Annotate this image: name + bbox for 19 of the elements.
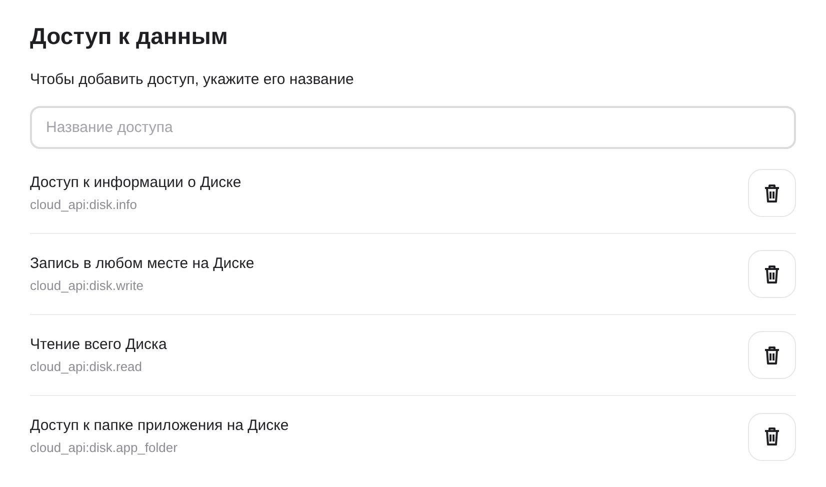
trash-icon [764, 264, 780, 284]
permission-name: Доступ к информации о Диске [30, 172, 242, 192]
permission-code: cloud_api:disk.info [30, 196, 138, 214]
permission-name: Доступ к папке приложения на Диске [30, 416, 289, 436]
permission-name: Запись в любом месте на Диске [30, 254, 254, 274]
trash-icon [764, 427, 780, 446]
trash-icon [764, 346, 780, 364]
delete-button[interactable] [748, 331, 796, 379]
delete-button[interactable] [748, 412, 796, 460]
trash-icon [764, 184, 780, 202]
permission-code: cloud_api:disk.read [30, 358, 144, 376]
delete-button[interactable] [748, 250, 796, 298]
permission-name: Чтение всего Диска [30, 334, 167, 354]
access-name-field[interactable]: Название доступа [30, 106, 796, 149]
permission-code: cloud_api:disk.app_folder [30, 439, 178, 457]
hint-text: Чтобы добавить доступ, укажите его название [30, 70, 355, 90]
permission-code: cloud_api:disk.write [30, 276, 144, 294]
delete-button[interactable] [748, 169, 796, 217]
page-title: Доступ к данным [30, 22, 229, 50]
